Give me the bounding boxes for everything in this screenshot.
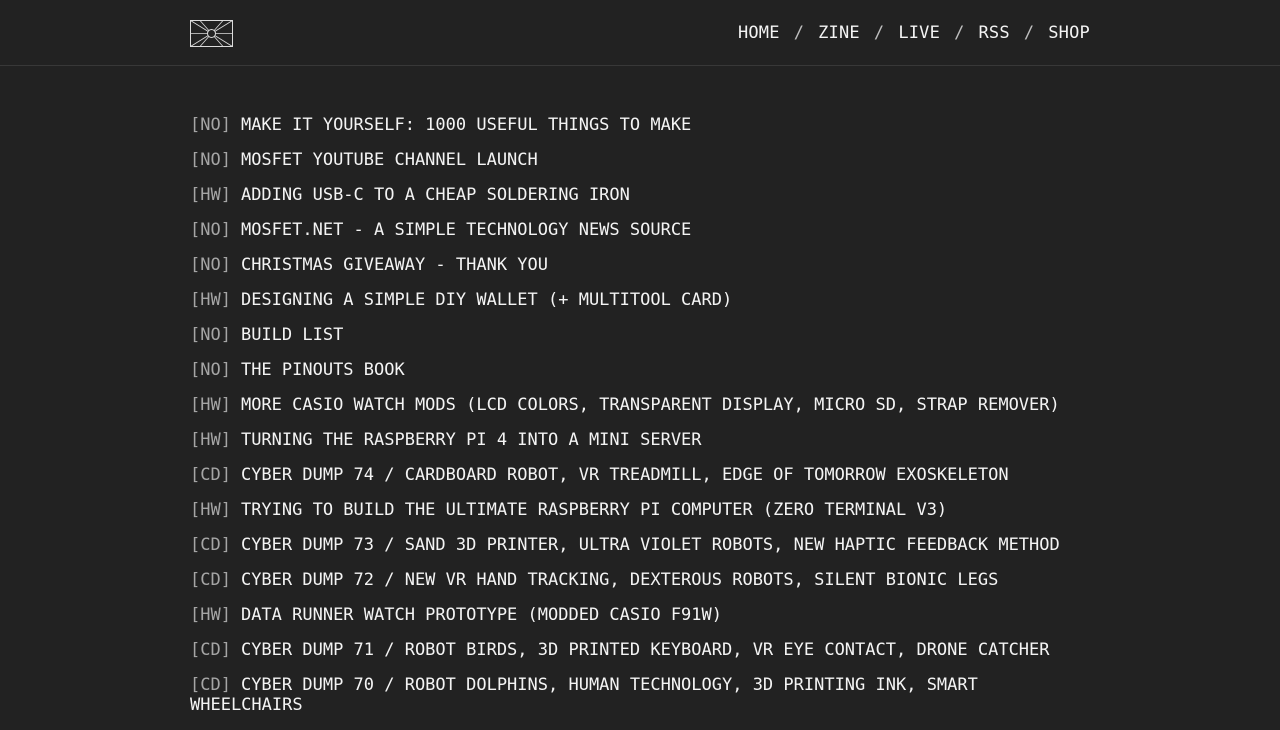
post-title-link[interactable]: CYBER DUMP 70 / ROBOT DOLPHINS, HUMAN TE… (190, 675, 978, 715)
post-title-link[interactable]: BUILD LIST (241, 325, 343, 345)
post-list-item: [CD] CYBER DUMP 74 / CARDBOARD ROBOT, VR … (190, 465, 1090, 485)
post-title-link[interactable]: ADDING USB-C TO A CHEAP SOLDERING IRON (241, 185, 630, 205)
post-title-link[interactable]: DESIGNING A SIMPLE DIY WALLET (+ MULTITO… (241, 290, 732, 310)
post-category-tag: [NO] (190, 150, 231, 170)
post-title-link[interactable]: MORE CASIO WATCH MODS (LCD COLORS, TRANS… (241, 395, 1060, 415)
post-category-tag: [HW] (190, 605, 231, 625)
post-title-link[interactable]: CYBER DUMP 71 / ROBOT BIRDS, 3D PRINTED … (241, 640, 1050, 660)
post-category-tag: [HW] (190, 395, 231, 415)
post-title-link[interactable]: CYBER DUMP 74 / CARDBOARD ROBOT, VR TREA… (241, 465, 1009, 485)
post-list: [NO] MAKE IT YOURSELF: 1000 USEFUL THINGS… (190, 115, 1090, 730)
post-title-link[interactable]: CHRISTMAS GIVEAWAY - THANK YOU (241, 255, 548, 275)
nav-rss-link[interactable]: RSS (979, 23, 1010, 43)
post-category-tag: [HW] (190, 290, 231, 310)
post-list-item: [NO] THE PINOUTS BOOK (190, 360, 1090, 380)
post-category-tag: [CD] (190, 465, 231, 485)
post-list-item: [NO] MOSFET.NET - A SIMPLE TECHNOLOGY NEW… (190, 220, 1090, 240)
post-list-item: [NO] BUILD LIST (190, 325, 1090, 345)
post-category-tag: [NO] (190, 360, 231, 380)
post-category-tag: [CD] (190, 570, 231, 590)
nav-separator: / (793, 23, 805, 43)
post-title-link[interactable]: MOSFET YOUTUBE CHANNEL LAUNCH (241, 150, 538, 170)
post-category-tag: [CD] (190, 675, 231, 695)
post-list-item: [HW] MORE CASIO WATCH MODS (LCD COLORS, T… (190, 395, 1090, 415)
post-category-tag: [NO] (190, 325, 231, 345)
main-nav: HOME / ZINE / LIVE / RSS / SHOP (738, 21, 1090, 45)
sun-rays-logo-icon[interactable] (190, 20, 233, 47)
post-list-item: [CD] CYBER DUMP 73 / SAND 3D PRINTER, ULT… (190, 535, 1090, 555)
post-title-link[interactable]: TURNING THE RASPBERRY PI 4 INTO A MINI S… (241, 430, 702, 450)
nav-separator: / (873, 23, 885, 43)
post-title-link[interactable]: TRYING TO BUILD THE ULTIMATE RASPBERRY P… (241, 500, 947, 520)
nav-home-link[interactable]: HOME (738, 23, 780, 43)
post-list-item: [HW] TRYING TO BUILD THE ULTIMATE RASPBER… (190, 500, 1090, 520)
post-category-tag: [CD] (190, 535, 231, 555)
post-title-link[interactable]: CYBER DUMP 73 / SAND 3D PRINTER, ULTRA V… (241, 535, 1060, 555)
nav-shop-link[interactable]: SHOP (1048, 23, 1090, 43)
site-header: HOME / ZINE / LIVE / RSS / SHOP (0, 0, 1280, 66)
post-list-item: [HW] TURNING THE RASPBERRY PI 4 INTO A MI… (190, 430, 1090, 450)
post-category-tag: [HW] (190, 185, 231, 205)
post-list-item: [NO] MOSFET YOUTUBE CHANNEL LAUNCH (190, 150, 1090, 170)
post-list-item: [CD] CYBER DUMP 71 / ROBOT BIRDS, 3D PRIN… (190, 640, 1090, 660)
nav-separator: / (1023, 23, 1035, 43)
post-title-link[interactable]: CYBER DUMP 72 / NEW VR HAND TRACKING, DE… (241, 570, 998, 590)
post-list-item: [HW] ADDING USB-C TO A CHEAP SOLDERING IR… (190, 185, 1090, 205)
post-list-item: [CD] CYBER DUMP 72 / NEW VR HAND TRACKING… (190, 570, 1090, 590)
post-title-link[interactable]: MOSFET.NET - A SIMPLE TECHNOLOGY NEWS SO… (241, 220, 691, 240)
nav-separator: / (954, 23, 965, 43)
post-title-link[interactable]: DATA RUNNER WATCH PROTOTYPE (MODDED CASI… (241, 605, 722, 625)
post-list-item: [NO] MAKE IT YOURSELF: 1000 USEFUL THINGS… (190, 115, 1090, 135)
post-category-tag: [NO] (190, 115, 231, 135)
post-title-link[interactable]: THE PINOUTS BOOK (241, 360, 405, 380)
post-list-item: [CD] CYBER DUMP 70 / ROBOT DOLPHINS, HUMA… (190, 675, 1090, 715)
post-category-tag: [NO] (190, 220, 231, 240)
post-category-tag: [CD] (190, 640, 231, 660)
nav-zine-link[interactable]: ZINE (818, 23, 860, 43)
post-list-item: [HW] DESIGNING A SIMPLE DIY WALLET (+ MUL… (190, 290, 1090, 310)
post-list-item: [HW] DATA RUNNER WATCH PROTOTYPE (MODDED … (190, 605, 1090, 625)
post-title-link[interactable]: MAKE IT YOURSELF: 1000 USEFUL THINGS TO … (241, 115, 691, 135)
post-category-tag: [HW] (190, 500, 231, 520)
post-category-tag: [HW] (190, 430, 231, 450)
post-category-tag: [NO] (190, 255, 231, 275)
post-list-item: [NO] CHRISTMAS GIVEAWAY - THANK YOU (190, 255, 1090, 275)
nav-live-link[interactable]: LIVE (898, 23, 940, 43)
